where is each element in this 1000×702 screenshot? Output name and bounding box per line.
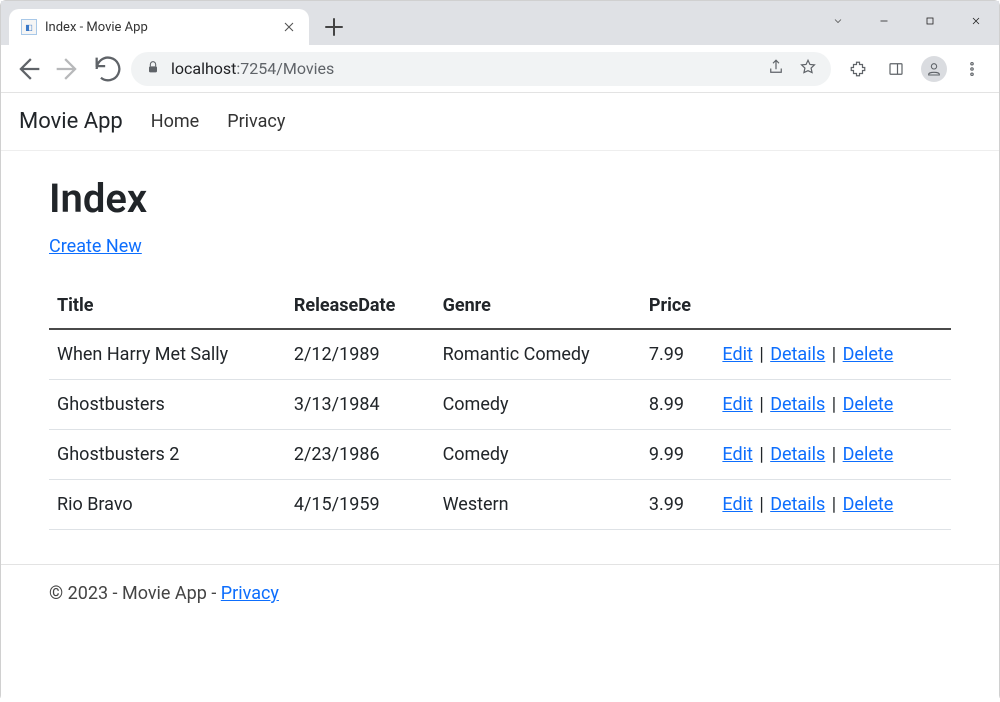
cell-releasedate: 2/12/1989: [286, 329, 435, 380]
delete-link[interactable]: Delete: [843, 444, 894, 465]
table-row: Ghostbusters3/13/1984Comedy8.99Edit | De…: [49, 380, 951, 430]
col-releasedate: ReleaseDate: [286, 285, 435, 329]
cell-genre: Romantic Comedy: [435, 329, 641, 380]
new-tab-button[interactable]: [319, 12, 349, 42]
cell-actions: Edit | Details | Delete: [714, 329, 951, 380]
tab-title: Index - Movie App: [45, 20, 148, 35]
window-close-button[interactable]: [953, 5, 999, 37]
url-text: localhost:7254/Movies: [171, 59, 334, 78]
share-icon[interactable]: [767, 58, 785, 80]
nav-link-privacy[interactable]: Privacy: [227, 111, 285, 132]
nav-link-home[interactable]: Home: [151, 111, 199, 132]
lock-icon: [145, 59, 161, 79]
brand-link[interactable]: Movie App: [19, 109, 123, 134]
delete-link[interactable]: Delete: [843, 344, 894, 365]
cell-actions: Edit | Details | Delete: [714, 480, 951, 530]
tab-close-button[interactable]: [281, 19, 297, 35]
cell-genre: Comedy: [435, 380, 641, 430]
table-row: Rio Bravo4/15/1959Western3.99Edit | Deta…: [49, 480, 951, 530]
url-path: :7254/Movies: [236, 59, 334, 78]
tab-search-caret-icon[interactable]: [815, 5, 861, 37]
bookmark-star-icon[interactable]: [799, 58, 817, 80]
edit-link[interactable]: Edit: [722, 494, 752, 515]
cell-actions: Edit | Details | Delete: [714, 430, 951, 480]
separator: |: [755, 344, 768, 365]
footer-privacy-link[interactable]: Privacy: [221, 583, 279, 604]
site-footer: © 2023 - Movie App - Privacy: [1, 564, 999, 622]
separator: |: [755, 394, 768, 415]
cell-genre: Comedy: [435, 430, 641, 480]
movies-table: Title ReleaseDate Genre Price When Harry…: [49, 285, 951, 530]
col-actions: [714, 285, 951, 329]
page-viewport: Movie App Home Privacy Index Create New …: [1, 93, 999, 702]
cell-title: When Harry Met Sally: [49, 329, 286, 380]
separator: |: [755, 494, 768, 515]
col-title: Title: [49, 285, 286, 329]
footer-text: © 2023 - Movie App -: [49, 583, 221, 604]
cell-releasedate: 2/23/1986: [286, 430, 435, 480]
cell-releasedate: 4/15/1959: [286, 480, 435, 530]
cell-price: 3.99: [641, 480, 714, 530]
window-controls: [815, 1, 999, 41]
col-genre: Genre: [435, 285, 641, 329]
separator: |: [827, 394, 840, 415]
site-navbar: Movie App Home Privacy: [1, 93, 999, 151]
cell-title: Ghostbusters 2: [49, 430, 286, 480]
delete-link[interactable]: Delete: [843, 494, 894, 515]
table-header-row: Title ReleaseDate Genre Price: [49, 285, 951, 329]
cell-price: 8.99: [641, 380, 714, 430]
separator: |: [755, 444, 768, 465]
separator: |: [827, 444, 840, 465]
cell-releasedate: 3/13/1984: [286, 380, 435, 430]
cell-actions: Edit | Details | Delete: [714, 380, 951, 430]
details-link[interactable]: Details: [770, 344, 825, 365]
cell-price: 9.99: [641, 430, 714, 480]
profile-avatar[interactable]: [917, 52, 951, 86]
reload-button[interactable]: [91, 52, 125, 86]
table-row: Ghostbusters 22/23/1986Comedy9.99Edit | …: [49, 430, 951, 480]
page-title: Index: [49, 175, 951, 222]
separator: |: [827, 494, 840, 515]
details-link[interactable]: Details: [770, 494, 825, 515]
window-minimize-button[interactable]: [861, 5, 907, 37]
browser-tab[interactable]: ◧ Index - Movie App: [9, 9, 309, 45]
favicon-icon: ◧: [21, 19, 37, 35]
cell-genre: Western: [435, 480, 641, 530]
forward-button[interactable]: [51, 52, 85, 86]
side-panel-icon[interactable]: [879, 52, 913, 86]
details-link[interactable]: Details: [770, 444, 825, 465]
delete-link[interactable]: Delete: [843, 394, 894, 415]
cell-title: Rio Bravo: [49, 480, 286, 530]
cell-title: Ghostbusters: [49, 380, 286, 430]
main-container: Index Create New Title ReleaseDate Genre…: [1, 151, 999, 540]
kebab-menu-icon[interactable]: [955, 52, 989, 86]
edit-link[interactable]: Edit: [722, 344, 752, 365]
table-row: When Harry Met Sally2/12/1989Romantic Co…: [49, 329, 951, 380]
cell-price: 7.99: [641, 329, 714, 380]
separator: |: [827, 344, 840, 365]
extensions-icon[interactable]: [841, 52, 875, 86]
create-new-link[interactable]: Create New: [49, 236, 142, 257]
edit-link[interactable]: Edit: [722, 444, 752, 465]
url-host: localhost: [171, 59, 236, 78]
window-maximize-button[interactable]: [907, 5, 953, 37]
address-bar[interactable]: localhost:7254/Movies: [131, 52, 831, 86]
col-price: Price: [641, 285, 714, 329]
back-button[interactable]: [11, 52, 45, 86]
details-link[interactable]: Details: [770, 394, 825, 415]
edit-link[interactable]: Edit: [722, 394, 752, 415]
browser-toolbar: localhost:7254/Movies: [1, 45, 999, 93]
